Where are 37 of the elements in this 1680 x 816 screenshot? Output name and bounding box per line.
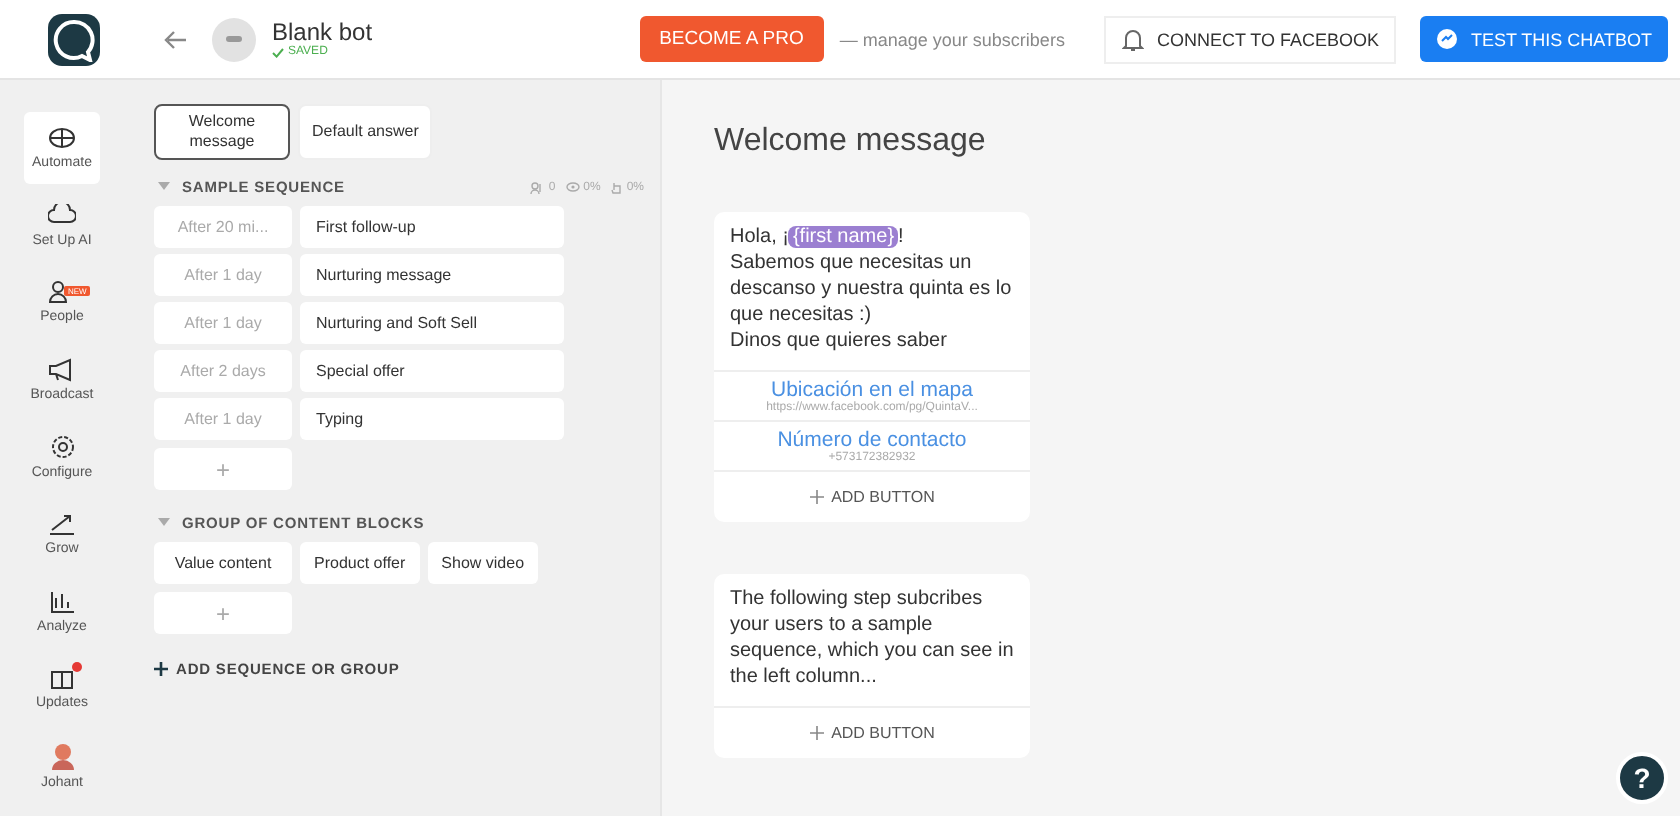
growth-icon [48, 511, 76, 536]
message-text[interactable]: Hola, ¡ {first name} ! Sabemos que necesitas un descanso y nuestra quinta es lo que necesitas :) Dinos que quieres saber [714, 212, 1030, 372]
sequence-step[interactable]: Special offer [300, 350, 564, 392]
pro-hint: — manage your subscribers [839, 29, 1065, 49]
bell-icon [1122, 27, 1145, 51]
eye-icon [565, 182, 580, 192]
content-block[interactable]: Value content [154, 542, 292, 584]
plus-icon [809, 726, 824, 740]
block-button[interactable]: Default answer [298, 104, 433, 160]
sequence-step[interactable]: Nurturing and Soft Sell [300, 302, 564, 344]
test-chatbot-button[interactable]: TEST THIS CHATBOT [1420, 16, 1668, 62]
messenger-icon [1436, 28, 1459, 50]
users-icon [530, 181, 545, 193]
bar-chart-icon [48, 589, 76, 614]
back-arrow-icon[interactable] [164, 29, 188, 49]
collapse-icon[interactable] [158, 518, 170, 528]
add-button[interactable]: ADD BUTTON [714, 708, 1030, 758]
block-button[interactable]: Welcome message [154, 104, 290, 160]
bot-name[interactable]: Blank bot [272, 19, 373, 46]
plus-icon [154, 662, 168, 676]
avatar-icon [49, 741, 75, 770]
editor-title: Welcome message [714, 124, 988, 160]
megaphone-icon [48, 357, 76, 382]
collapse-icon[interactable] [158, 182, 170, 192]
sequence-step[interactable]: First follow-up [300, 206, 564, 248]
sequence-step[interactable]: Nurturing message [300, 254, 564, 296]
content-block[interactable]: Show video [427, 542, 539, 584]
sequence-step[interactable]: Typing [300, 398, 564, 440]
app-logo-icon[interactable] [48, 13, 100, 65]
bot-avatar-icon [212, 17, 256, 61]
check-icon [272, 47, 284, 58]
plus-icon [809, 490, 824, 504]
gear-icon [49, 433, 75, 460]
message-text[interactable]: The following step subcribes your users to a sample sequence, which you can see in the left column... [714, 574, 1030, 708]
connect-facebook-button[interactable]: CONNECT TO FACEBOOK [1104, 15, 1397, 63]
content-block[interactable]: Product offer [300, 542, 420, 584]
add-button[interactable]: ADD BUTTON [714, 472, 1030, 522]
